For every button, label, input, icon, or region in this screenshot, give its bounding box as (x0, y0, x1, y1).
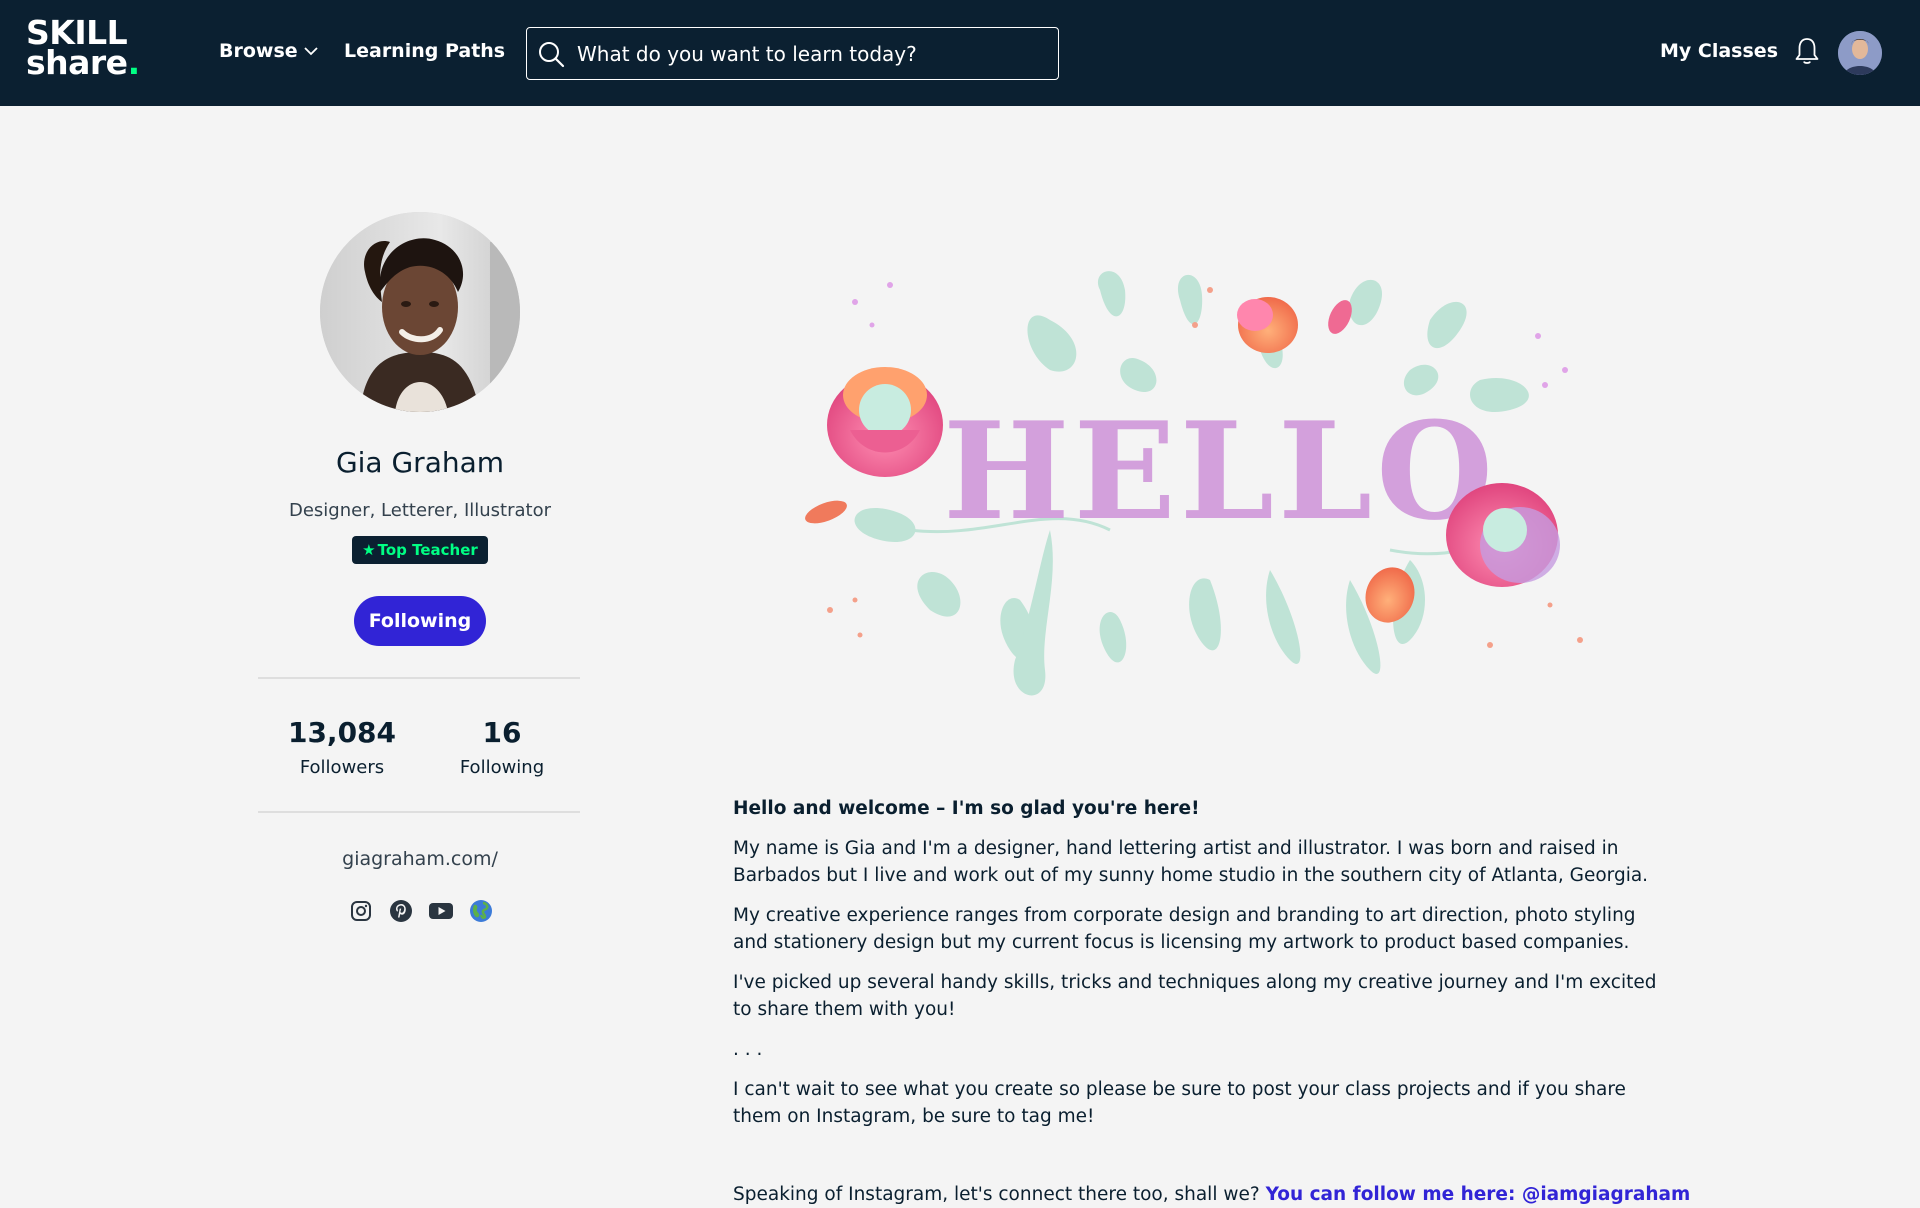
pinterest-icon[interactable] (388, 898, 414, 924)
my-classes-link[interactable]: My Classes (1660, 40, 1778, 62)
chevron-down-icon (304, 47, 318, 56)
youtube-icon[interactable] (428, 898, 454, 924)
user-avatar[interactable] (1838, 31, 1882, 75)
divider (258, 811, 580, 813)
following-label[interactable]: Following (422, 757, 582, 778)
bio-ellipsis: . . . (733, 1039, 763, 1060)
browse-label: Browse (219, 40, 298, 62)
followers-count[interactable]: 13,084 (262, 716, 422, 749)
bio-lead: Hello and welcome – I'm so glad you're h… (733, 798, 1200, 819)
notification-bell-icon[interactable] (1793, 36, 1821, 66)
profile-tagline: Designer, Letterer, Illustrator (288, 500, 552, 521)
learning-paths-link[interactable]: Learning Paths (344, 40, 505, 62)
profile-photo (320, 212, 520, 412)
bio-paragraph: My creative experience ranges from corpo… (733, 905, 1636, 953)
search-icon (539, 41, 565, 67)
bio-paragraph: I can't wait to see what you create so p… (733, 1079, 1626, 1127)
following-count[interactable]: 16 (422, 716, 582, 749)
top-teacher-badge: ★ Top Teacher (352, 536, 488, 564)
website-link[interactable]: giagraham.com/ (220, 848, 620, 870)
search-input[interactable] (577, 41, 1037, 66)
bio-section: Hello and welcome – I'm so glad you're h… (733, 795, 1690, 1205)
divider (258, 677, 580, 679)
following-button[interactable]: Following (354, 596, 486, 646)
browse-menu[interactable]: Browse (219, 40, 318, 62)
user-avatar-image (1838, 31, 1882, 75)
star-icon: ★ (362, 541, 376, 559)
instagram-text: Speaking of Instagram, let's connect the… (733, 1184, 1260, 1205)
social-links (348, 898, 494, 924)
globe-icon[interactable] (468, 898, 494, 924)
instagram-paragraph: Speaking of Instagram, let's connect the… (733, 1181, 1690, 1208)
instagram-follow-link[interactable]: You can follow me here: @iamgiagraham (1266, 1184, 1691, 1205)
hello-hero-illustration: HELLO (805, 271, 1583, 696)
followers-label[interactable]: Followers (262, 757, 422, 778)
bio-paragraph: My name is Gia and I'm a designer, hand … (733, 838, 1649, 886)
bio-paragraph: I've picked up several handy skills, tri… (733, 972, 1657, 1020)
instagram-icon[interactable] (348, 898, 374, 924)
top-navigation-bar: SKILL share. Browse Learning Paths My Cl… (0, 0, 1920, 106)
badge-label: Top Teacher (377, 541, 478, 559)
profile-name: Gia Graham (335, 446, 505, 479)
logo-line-2: share. (26, 43, 140, 82)
search-box[interactable] (526, 27, 1059, 80)
skillshare-logo[interactable]: SKILL share. (26, 16, 176, 90)
hello-lettering: HELLO (943, 392, 1497, 550)
